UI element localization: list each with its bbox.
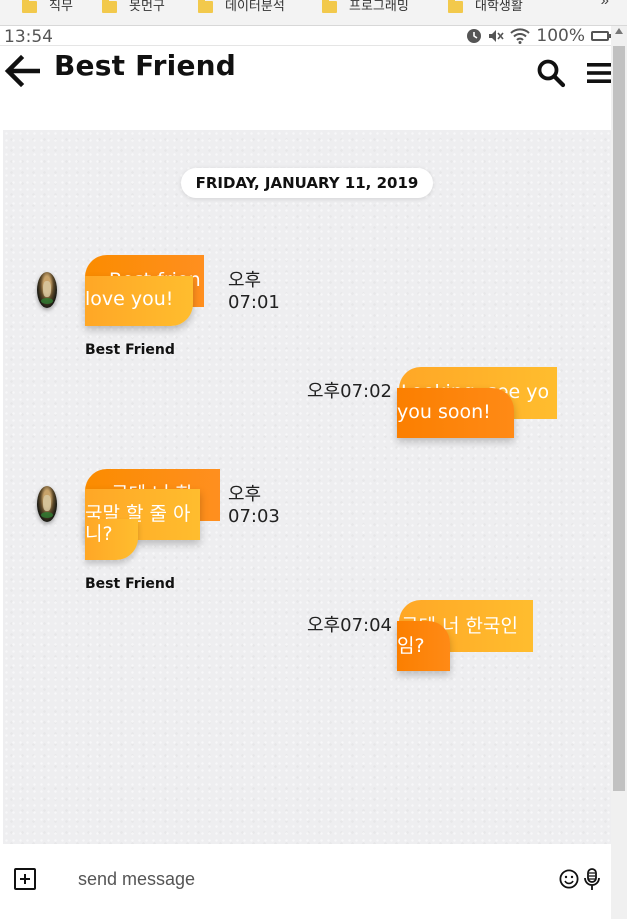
battery-icon (591, 31, 611, 41)
message-time: 오후07:02 (307, 381, 392, 402)
message-bubble-tail: 니? (85, 519, 138, 560)
hamburger-menu-icon[interactable] (586, 60, 612, 86)
microphone-icon[interactable] (583, 868, 601, 892)
mute-icon (489, 30, 505, 42)
sender-name: Best Friend (85, 342, 175, 358)
folder-icon (448, 0, 463, 13)
back-arrow-icon[interactable] (4, 53, 40, 89)
folder-icon (322, 0, 337, 13)
scroll-up-arrow-icon[interactable] (615, 28, 623, 34)
sender-name: Best Friend (85, 576, 175, 592)
message-composer (0, 844, 611, 919)
folder-icon (102, 0, 117, 13)
battery-percent: 100% (536, 26, 585, 46)
message-time: 오후 07:01 (228, 270, 280, 313)
message-bubble[interactable]: you soon! (397, 388, 514, 438)
message-time: 오후 07:03 (228, 484, 280, 527)
folder-icon (22, 0, 37, 13)
chat-area[interactable]: FRIDAY, JANUARY 11, 2019 Best friends i … (3, 130, 611, 844)
avatar[interactable] (37, 272, 57, 308)
status-time: 13:54 (4, 27, 53, 47)
status-icons: 100% (466, 26, 611, 46)
bookmarks-bar: 직무 못먼구 데이터분석 프로그래밍 대학생활 » (0, 0, 627, 26)
scrollbar-thumb[interactable] (613, 46, 625, 791)
bookmark-folder-3[interactable]: 데이터분석 (198, 0, 285, 15)
wifi-icon (510, 28, 531, 44)
chat-title: Best Friend (54, 49, 237, 82)
date-separator: FRIDAY, JANUARY 11, 2019 (181, 168, 433, 198)
chat-header: Best Friend (0, 46, 611, 130)
search-icon[interactable] (536, 58, 566, 88)
avatar[interactable] (37, 486, 57, 522)
bookmark-folder-5[interactable]: 대학생활 (448, 0, 523, 15)
bookmark-folder-2[interactable]: 못먼구 (102, 0, 165, 15)
add-attachment-icon[interactable] (14, 868, 36, 890)
message-time: 오후07:04 (307, 615, 392, 636)
message-input[interactable] (78, 866, 518, 892)
folder-icon (198, 0, 213, 13)
emoji-icon[interactable] (559, 869, 579, 889)
message-bubble[interactable]: love you! (85, 276, 193, 326)
status-bar: 13:54 100% (0, 26, 611, 47)
message-bubble[interactable]: 임? (397, 621, 450, 671)
more-bookmarks-button[interactable]: » (601, 0, 609, 9)
bookmark-folder-1[interactable]: 직무 (22, 0, 73, 15)
alarm-icon (467, 29, 482, 43)
bookmark-folder-4[interactable]: 프로그래밍 (322, 0, 409, 15)
